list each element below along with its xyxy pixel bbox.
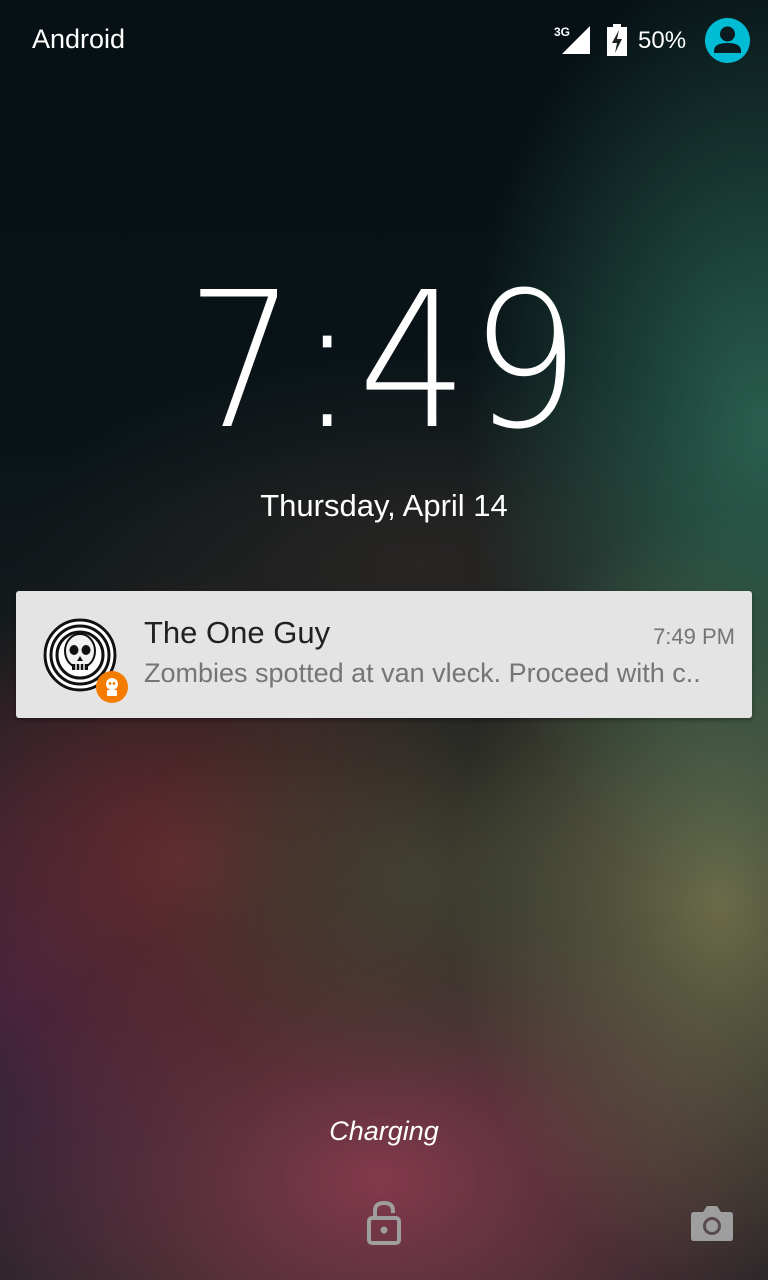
- charging-status: Charging: [329, 1116, 439, 1146]
- notification-title: The One Guy: [144, 615, 331, 650]
- notification-time: 7:49 PM: [653, 624, 735, 649]
- user-icon[interactable]: [705, 18, 750, 63]
- notification-card[interactable]: The One Guy 7:49 PM Zombies spotted at v…: [16, 591, 752, 718]
- camera-icon[interactable]: [690, 1204, 734, 1242]
- notification-text: Zombies spotted at van vleck. Proceed wi…: [144, 658, 701, 688]
- battery-percent: 50%: [638, 27, 687, 54]
- unlock-icon[interactable]: [366, 1200, 402, 1246]
- lockscreen-clock: 7:49: [186, 252, 582, 471]
- signal-icon: 3G: [554, 25, 590, 54]
- network-type-label: 3G: [554, 25, 570, 39]
- status-bar: Android 3G 50%: [0, 0, 768, 80]
- carrier-label: Android: [32, 24, 126, 54]
- lockscreen-date: Thursday, April 14: [260, 488, 508, 523]
- app-badge-icon: [96, 671, 128, 703]
- battery-charging-icon: [607, 24, 627, 56]
